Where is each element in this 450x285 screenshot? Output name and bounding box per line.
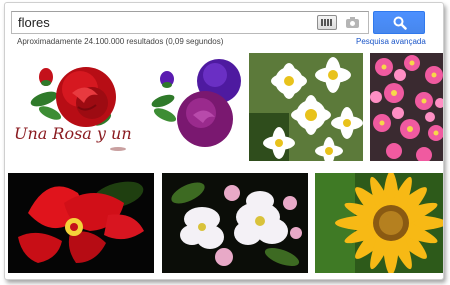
image-caption: Una Rosa y un <box>14 124 132 143</box>
image-result-2[interactable] <box>145 53 245 161</box>
search-results-window: Aproximadamente 24.100.000 resultados (0… <box>4 2 444 280</box>
search-input[interactable] <box>12 12 312 33</box>
search-box <box>11 11 369 34</box>
image-result-1[interactable]: Una Rosa y un <box>8 53 140 161</box>
search-button[interactable] <box>373 11 425 34</box>
advanced-search-link[interactable]: Pesquisa avançada <box>356 37 426 46</box>
image-result-4[interactable] <box>370 53 443 161</box>
image-result-7[interactable] <box>315 173 443 273</box>
search-by-image-button[interactable] <box>345 16 361 29</box>
image-result-3[interactable] <box>249 53 363 161</box>
image-result-5[interactable] <box>8 173 154 273</box>
image-result-6[interactable] <box>162 173 308 273</box>
search-icon <box>393 16 407 30</box>
keyboard-icon <box>321 19 333 26</box>
keyboard-button[interactable] <box>317 15 337 30</box>
result-stats: Aproximadamente 24.100.000 resultados (0… <box>17 37 224 46</box>
